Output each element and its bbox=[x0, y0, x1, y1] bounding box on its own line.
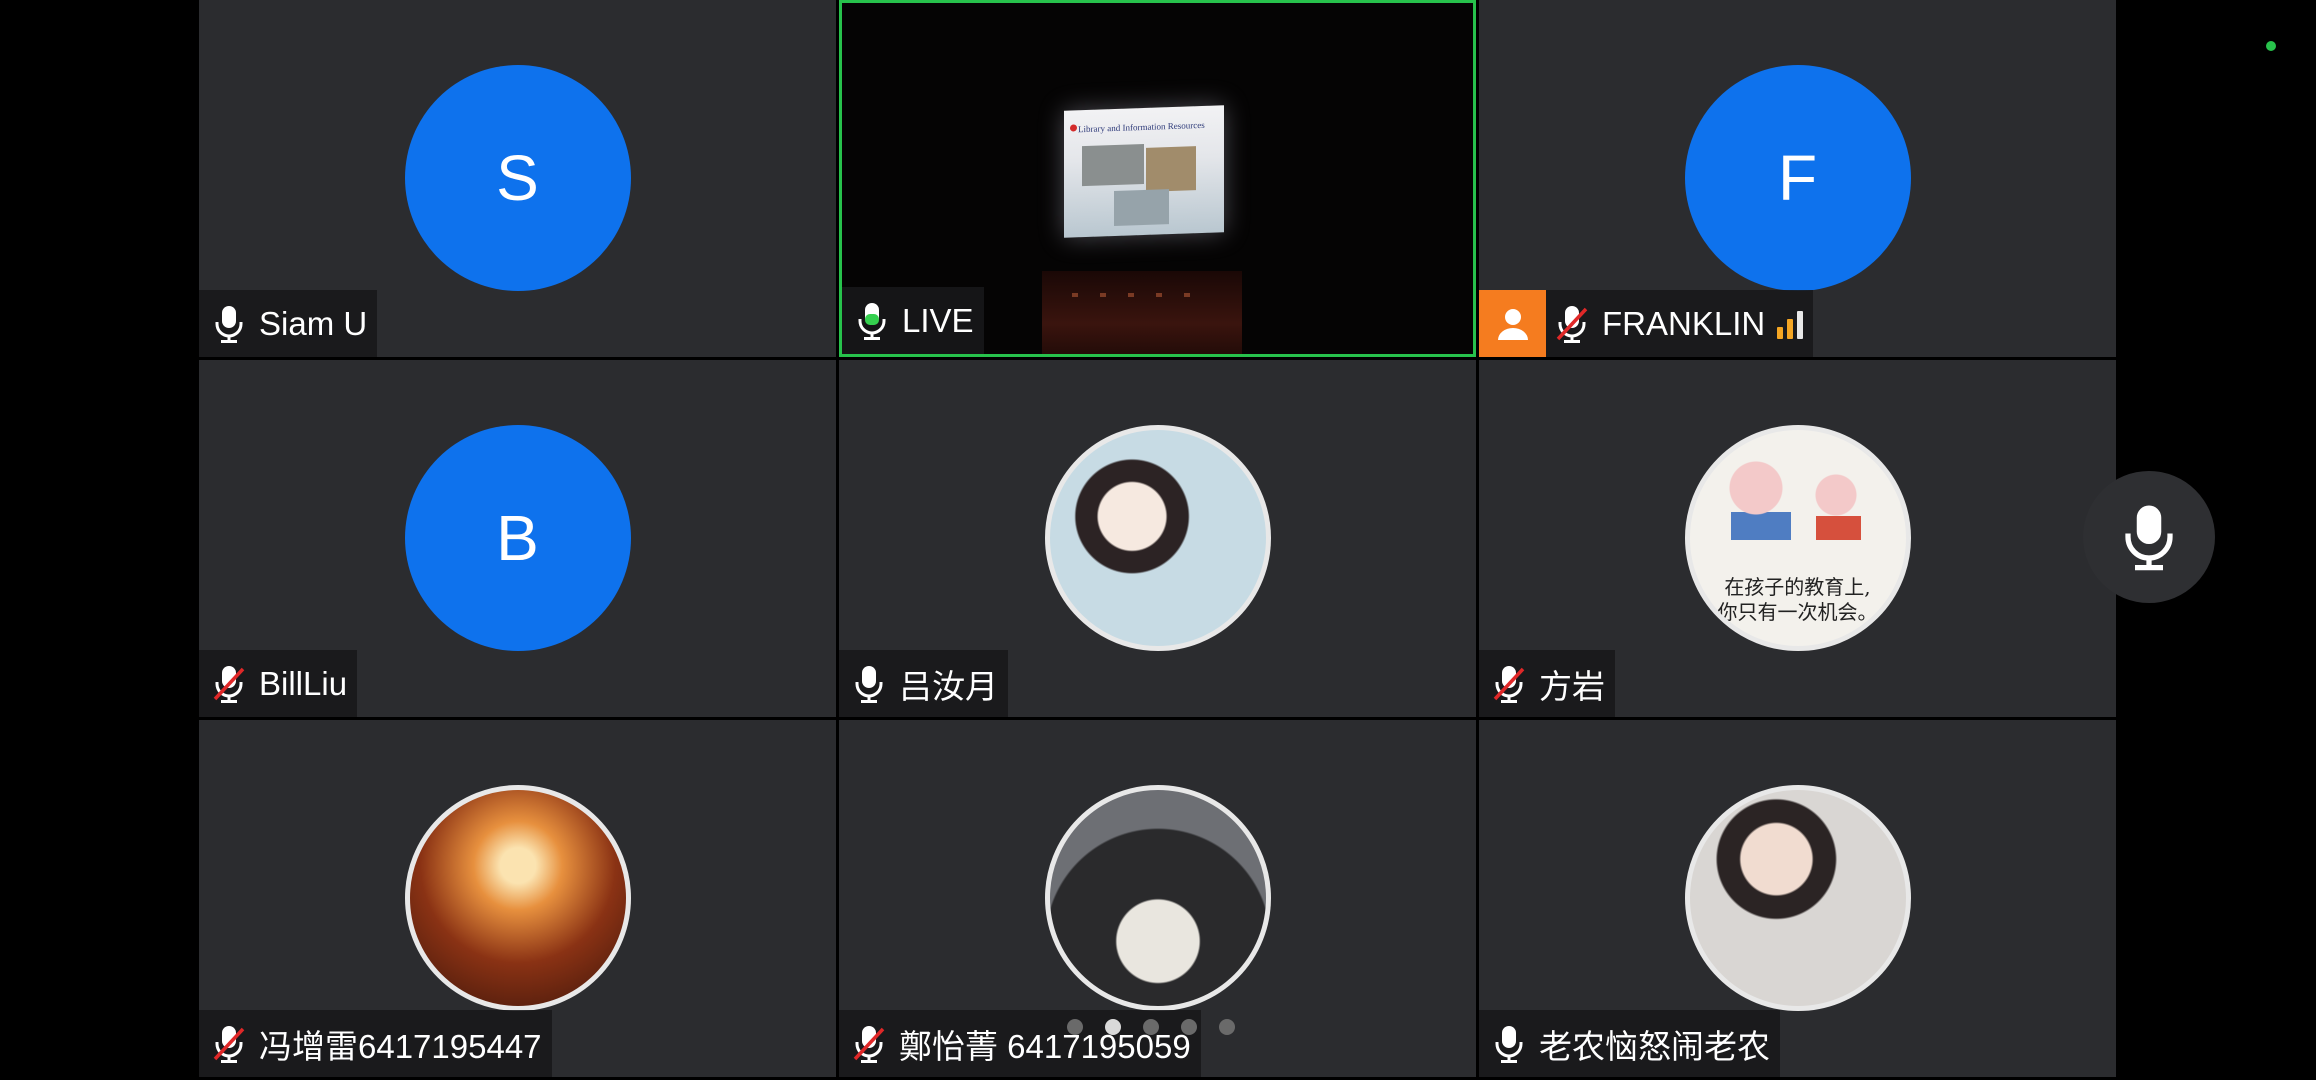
participant-tile[interactable]: B BillLiu bbox=[199, 360, 836, 717]
slide-image bbox=[1114, 189, 1169, 227]
avatar-initial: B bbox=[496, 502, 539, 574]
participant-avatar: S bbox=[404, 65, 631, 291]
participant-tile[interactable]: F FRANKLIN bbox=[1479, 0, 2116, 357]
microphone-muted-icon bbox=[1556, 305, 1588, 343]
microphone-muted-icon bbox=[213, 1025, 245, 1063]
participant-avatar-photo bbox=[1044, 785, 1271, 1011]
video-stage-area bbox=[1042, 271, 1242, 354]
avatar-caption-line: 你只有一次机会。 bbox=[1717, 600, 1878, 624]
participant-nametag: 老农恼怒闹老农 bbox=[1479, 1010, 1780, 1077]
microphone-icon bbox=[1495, 1025, 1523, 1063]
microphone-icon bbox=[2125, 505, 2173, 571]
microphone-muted-icon bbox=[213, 665, 245, 703]
meeting-gallery-view: S Siam U Library and Information Resourc… bbox=[0, 0, 2316, 1080]
avatar-illustration bbox=[1715, 450, 1876, 545]
participant-nametag: LIVE bbox=[842, 287, 984, 354]
page-dot[interactable] bbox=[1181, 1019, 1197, 1035]
slide-image bbox=[1146, 146, 1196, 192]
participant-name: 老农恼怒闹老农 bbox=[1539, 1027, 1770, 1065]
status-indicator-icon bbox=[2266, 41, 2276, 51]
slide-image bbox=[1082, 144, 1144, 187]
floating-mic-button[interactable] bbox=[2083, 471, 2215, 603]
participant-tile[interactable]: S Siam U bbox=[199, 0, 836, 357]
microphone-muted-icon bbox=[1493, 665, 1525, 703]
avatar-initial: F bbox=[1777, 142, 1818, 214]
participant-nametag: 吕汝月 bbox=[839, 650, 1008, 717]
video-stage-lights bbox=[1072, 293, 1212, 297]
person-icon bbox=[1479, 290, 1546, 357]
participant-nametag: BillLiu bbox=[199, 650, 358, 717]
participant-name: BillLiu bbox=[259, 664, 348, 702]
participant-nametag: FRANKLIN bbox=[1479, 290, 1814, 357]
participant-avatar-photo bbox=[404, 785, 631, 1011]
participant-name: Siam U bbox=[259, 304, 368, 342]
page-dot[interactable] bbox=[1143, 1019, 1159, 1035]
participant-avatar-photo bbox=[1684, 785, 1911, 1011]
signal-bars-icon bbox=[1777, 309, 1804, 339]
participant-name: LIVE bbox=[902, 301, 974, 339]
participant-name: 方岩 bbox=[1539, 667, 1605, 705]
microphone-active-icon bbox=[858, 302, 886, 340]
slide-logo-icon bbox=[1070, 124, 1077, 132]
page-indicator[interactable] bbox=[1067, 1019, 1235, 1035]
avatar-initial: S bbox=[496, 142, 539, 214]
participant-nametag: 冯增雷6417195447 bbox=[199, 1010, 552, 1077]
projector-screen: Library and Information Resources bbox=[1064, 105, 1224, 238]
microphone-icon bbox=[855, 665, 883, 703]
participant-avatar: F bbox=[1684, 65, 1911, 291]
participant-tile[interactable]: 吕汝月 bbox=[839, 360, 1476, 717]
participant-tile[interactable]: 老农恼怒闹老农 bbox=[1479, 720, 2116, 1077]
page-dot[interactable] bbox=[1067, 1019, 1083, 1035]
avatar-caption-line: 在孩子的教育上, bbox=[1724, 575, 1871, 599]
slide-title: Library and Information Resources bbox=[1078, 119, 1205, 135]
participant-name: 吕汝月 bbox=[899, 667, 998, 705]
participant-tile-active-speaker[interactable]: Library and Information Resources LIVE bbox=[839, 0, 1476, 357]
participant-grid: S Siam U Library and Information Resourc… bbox=[199, 0, 2117, 1080]
participant-avatar: B bbox=[404, 425, 631, 651]
participant-tile[interactable]: 在孩子的教育上, 你只有一次机会。 方岩 bbox=[1479, 360, 2116, 717]
microphone-icon bbox=[215, 305, 243, 343]
participant-nametag: Siam U bbox=[199, 290, 378, 357]
page-dot[interactable] bbox=[1219, 1019, 1235, 1035]
microphone-muted-icon bbox=[853, 1025, 885, 1063]
participant-name: FRANKLIN bbox=[1602, 304, 1766, 342]
participant-nametag: 方岩 bbox=[1479, 650, 1615, 717]
participant-avatar-photo bbox=[1044, 425, 1271, 651]
participant-tile[interactable]: 冯增雷6417195447 bbox=[199, 720, 836, 1077]
participant-name: 冯增雷6417195447 bbox=[259, 1027, 542, 1065]
avatar-caption: 在孩子的教育上, 你只有一次机会。 bbox=[1710, 575, 1886, 625]
page-dot-active[interactable] bbox=[1105, 1019, 1121, 1035]
participant-avatar-photo: 在孩子的教育上, 你只有一次机会。 bbox=[1684, 425, 1911, 651]
